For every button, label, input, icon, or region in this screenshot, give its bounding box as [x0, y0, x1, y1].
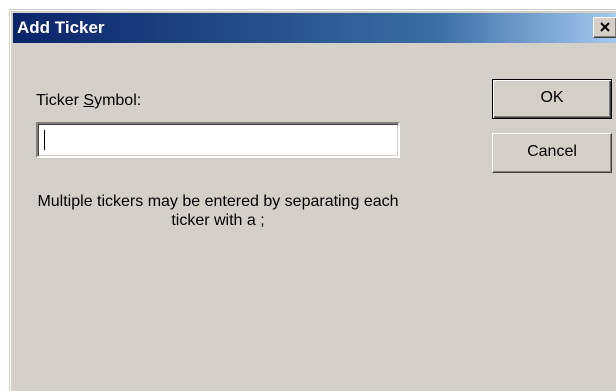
add-ticker-dialog: Add Ticker Ticker Symbol: Multiple ticke…	[9, 9, 616, 391]
close-icon	[600, 22, 610, 32]
cancel-button[interactable]: Cancel	[492, 133, 612, 173]
ticker-symbol-label: Ticker Symbol:	[36, 92, 142, 109]
title-bar[interactable]: Add Ticker	[13, 13, 616, 43]
close-button[interactable]	[593, 17, 616, 38]
window-title: Add Ticker	[17, 18, 105, 37]
ticker-symbol-input[interactable]	[36, 122, 400, 158]
accelerator-key: S	[83, 92, 95, 109]
ok-button[interactable]: OK	[492, 79, 612, 119]
text-caret	[44, 130, 45, 150]
multiple-tickers-hint: Multiple tickers may be entered by separ…	[37, 193, 399, 229]
